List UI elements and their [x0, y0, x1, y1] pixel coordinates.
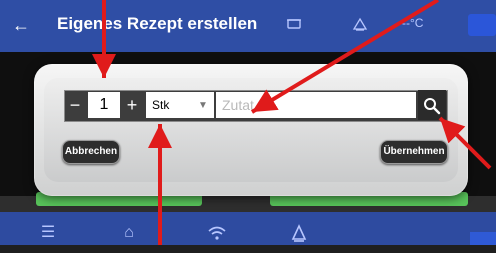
annotation-arrows: [92, 0, 492, 245]
